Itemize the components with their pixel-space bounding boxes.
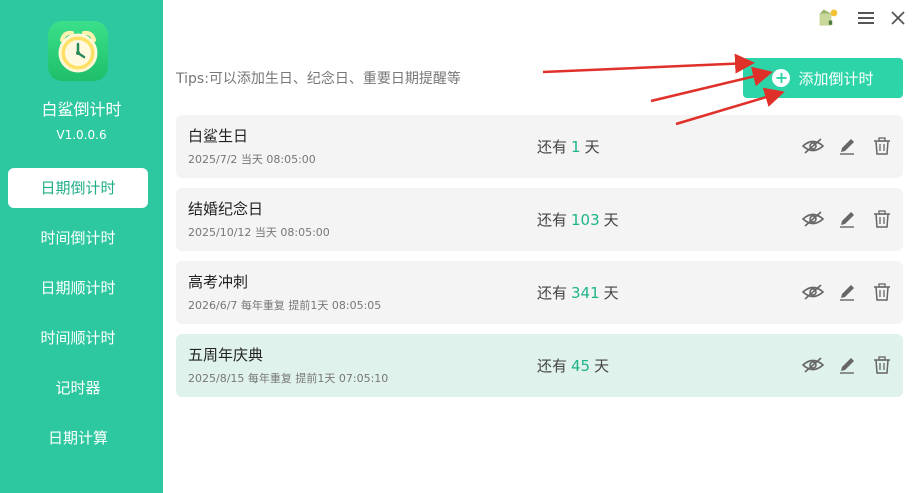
tips-text: Tips:可以添加生日、纪念日、重要日期提醒等 — [176, 71, 461, 87]
delete-button[interactable] — [870, 134, 894, 158]
close-button[interactable] — [887, 8, 909, 28]
add-countdown-button[interactable]: + 添加倒计时 — [743, 58, 903, 98]
countdown-card[interactable]: 白鲨生日 2025/7/2 当天 08:05:00 还有 1 天 — [176, 115, 903, 178]
sidebar-item-date-countdown[interactable]: 日期倒计时 — [8, 168, 148, 208]
edit-button[interactable] — [835, 353, 859, 377]
eye-slash-icon — [802, 211, 824, 227]
menu-icon — [858, 12, 874, 24]
app-name: 白鲨倒计时 — [41, 100, 122, 119]
countdown-title: 白鲨生日 — [188, 127, 249, 145]
remaining-prefix: 还有 — [537, 357, 568, 375]
plus-circle-icon: + — [772, 69, 791, 87]
remaining-prefix: 还有 — [537, 211, 568, 229]
sidebar-item-time-countdown[interactable]: 时间倒计时 — [8, 218, 148, 258]
trash-icon — [874, 356, 890, 374]
pencil-icon — [840, 212, 854, 228]
remaining-unit: 天 — [603, 284, 619, 302]
app-version: V1.0.0.6 — [56, 128, 107, 142]
countdown-remaining: 还有 1 天 — [537, 136, 600, 157]
remaining-unit: 天 — [594, 357, 610, 375]
countdown-remaining: 还有 103 天 — [537, 209, 619, 230]
countdown-remaining: 还有 45 天 — [537, 355, 609, 376]
sidebar-item-date-calc[interactable]: 日期计算 — [8, 418, 148, 458]
hide-button[interactable] — [801, 280, 825, 304]
pencil-icon — [840, 139, 854, 155]
trash-icon — [874, 210, 890, 228]
remaining-unit: 天 — [603, 211, 619, 229]
countdown-subtitle: 2025/10/12 当天 08:05:00 — [188, 226, 330, 239]
delete-button[interactable] — [870, 353, 894, 377]
eye-slash-icon — [802, 284, 824, 300]
countdown-remaining: 还有 341 天 — [537, 282, 619, 303]
countdown-card[interactable]: 结婚纪念日 2025/10/12 当天 08:05:00 还有 103 天 — [176, 188, 903, 251]
app-window: 白鲨倒计时 V1.0.0.6 日期倒计时 时间倒计时 日期顺计时 时间顺计时 记… — [0, 0, 921, 493]
remaining-unit: 天 — [584, 138, 600, 156]
remaining-days: 1 — [571, 138, 581, 156]
countdown-title: 结婚纪念日 — [188, 200, 264, 218]
hide-button[interactable] — [801, 207, 825, 231]
hide-button[interactable] — [801, 134, 825, 158]
countdown-subtitle: 2026/6/7 每年重复 提前1天 08:05:05 — [188, 299, 382, 312]
sidebar-item-date-countup[interactable]: 日期顺计时 — [8, 268, 148, 308]
countdown-card[interactable]: 五周年庆典 2025/8/15 每年重复 提前1天 07:05:10 还有 45 天 — [176, 334, 903, 397]
delete-button[interactable] — [870, 280, 894, 304]
sidebar-item-time-countup[interactable]: 时间顺计时 — [8, 318, 148, 358]
alarm-clock-icon — [58, 30, 98, 73]
remaining-days: 45 — [571, 357, 591, 375]
sidebar: 白鲨倒计时 V1.0.0.6 日期倒计时 时间倒计时 日期顺计时 时间顺计时 记… — [0, 0, 163, 493]
skin-icon — [819, 9, 838, 26]
remaining-days: 103 — [571, 211, 600, 229]
pencil-icon — [840, 285, 854, 301]
app-logo — [48, 21, 108, 81]
pencil-icon — [840, 358, 854, 374]
remaining-days: 341 — [571, 284, 600, 302]
remaining-prefix: 还有 — [537, 138, 568, 156]
countdown-subtitle: 2025/8/15 每年重复 提前1天 07:05:10 — [188, 372, 389, 385]
trash-icon — [874, 137, 890, 155]
remaining-prefix: 还有 — [537, 284, 568, 302]
edit-button[interactable] — [835, 207, 859, 231]
menu-button[interactable] — [855, 8, 877, 28]
hide-button[interactable] — [801, 353, 825, 377]
eye-slash-icon — [802, 357, 824, 373]
countdown-card[interactable]: 高考冲刺 2026/6/7 每年重复 提前1天 08:05:05 还有 341 天 — [176, 261, 903, 324]
add-countdown-label: 添加倒计时 — [798, 69, 874, 88]
sidebar-item-stopwatch[interactable]: 记时器 — [8, 368, 148, 408]
annotation-arrow — [542, 53, 755, 74]
eye-slash-icon — [802, 138, 824, 154]
delete-button[interactable] — [870, 207, 894, 231]
countdown-subtitle: 2025/7/2 当天 08:05:00 — [188, 153, 316, 166]
countdown-title: 五周年庆典 — [188, 346, 264, 364]
edit-button[interactable] — [835, 134, 859, 158]
countdown-title: 高考冲刺 — [188, 273, 249, 291]
close-icon — [891, 11, 905, 25]
skin-button[interactable] — [817, 8, 839, 28]
trash-icon — [874, 283, 890, 301]
edit-button[interactable] — [835, 280, 859, 304]
